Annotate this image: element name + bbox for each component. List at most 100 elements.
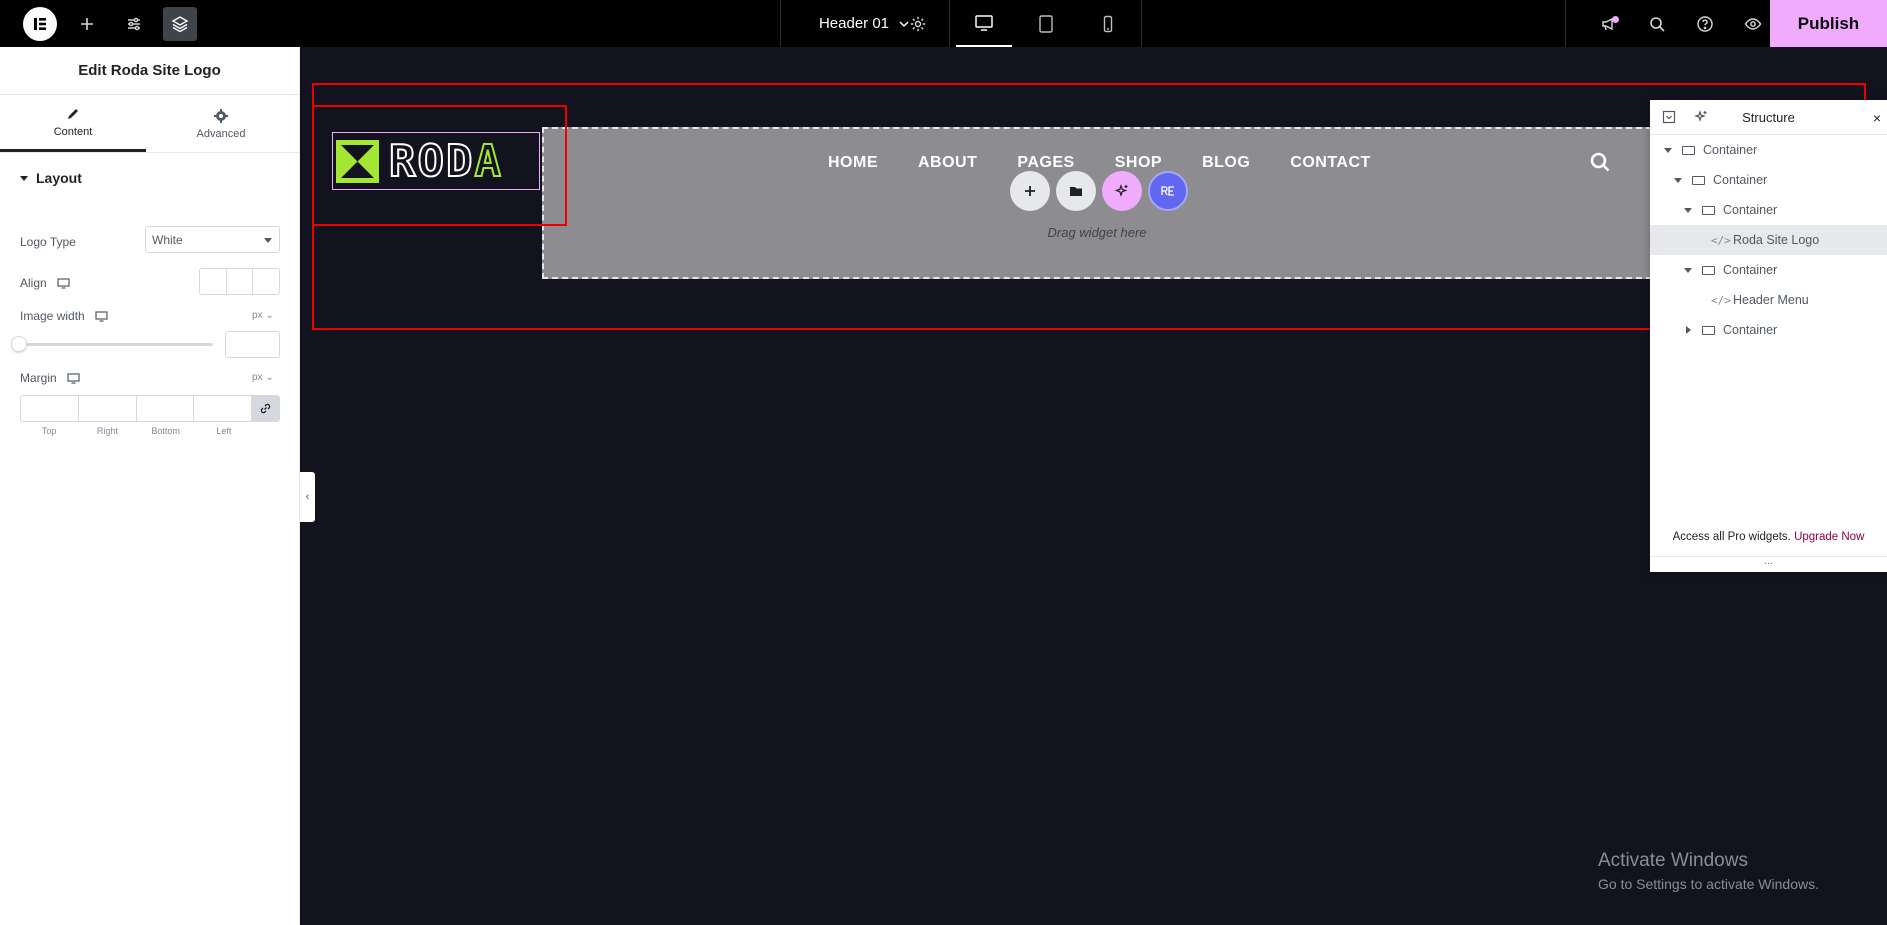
structure-header: Structure ×	[1650, 100, 1887, 135]
align-right-button[interactable]	[253, 269, 279, 294]
menu-item-home[interactable]: HOME	[828, 154, 878, 172]
container-icon	[1702, 325, 1715, 335]
roda-site-logo[interactable]: ROD A	[332, 132, 540, 190]
margin-top-label: Top	[41, 426, 57, 436]
margin-left-input[interactable]	[194, 396, 252, 421]
collapse-panel-button[interactable]: ‹	[300, 472, 315, 522]
mobile-icon[interactable]	[1080, 0, 1136, 47]
desktop-icon[interactable]	[67, 372, 80, 385]
tab-advanced-label: Advanced	[196, 127, 246, 140]
align-center-button[interactable]	[227, 269, 254, 294]
margin-left-label: Left	[216, 426, 232, 436]
structure-item[interactable]: </> Header Menu	[1650, 285, 1887, 315]
margin-label-text: Margin	[20, 371, 57, 385]
resize-handle[interactable]: ...	[1650, 556, 1887, 567]
tab-advanced[interactable]: Advanced	[146, 95, 296, 152]
align-label-text: Align	[20, 276, 47, 290]
align-left-button[interactable]	[200, 269, 227, 294]
drag-widget-hint: Drag widget here	[1047, 225, 1147, 240]
chevron-down-icon	[264, 238, 272, 243]
roda-logo-mark-icon	[336, 139, 379, 183]
pencil-icon	[68, 109, 78, 119]
logo-wordmark-accent: A	[474, 135, 503, 188]
search-icon[interactable]	[1641, 8, 1673, 40]
structure-item[interactable]: Container	[1650, 195, 1887, 225]
structure-item[interactable]: Container	[1650, 255, 1887, 285]
header-menu: HOME ABOUT PAGES SHOP BLOG CONTACT	[828, 154, 1371, 172]
align-label: Align	[20, 276, 70, 290]
notification-dot	[1612, 16, 1619, 23]
watermark-line1: Activate Windows	[1598, 850, 1748, 871]
folder-icon[interactable]	[1056, 171, 1096, 211]
section-title: Layout	[36, 170, 82, 186]
image-width-input[interactable]	[225, 331, 280, 358]
tablet-icon[interactable]	[1018, 0, 1074, 47]
desktop-icon[interactable]	[956, 0, 1012, 47]
menu-item-pages[interactable]: PAGES	[1017, 154, 1074, 172]
image-width-slider[interactable]	[20, 343, 213, 346]
menu-item-about[interactable]: ABOUT	[918, 154, 977, 172]
gear-icon[interactable]	[902, 8, 934, 40]
search-icon[interactable]	[1589, 151, 1611, 173]
structure-item-label: Container	[1713, 173, 1768, 187]
logo-type-label-text: Logo Type	[20, 235, 76, 249]
tab-content[interactable]: Content	[0, 95, 146, 152]
image-width-unit-select[interactable]: px ⌄	[252, 310, 274, 321]
logo-wordmark-main: ROD	[388, 135, 475, 188]
logo-wordmark: ROD A	[388, 135, 503, 188]
margin-top-input[interactable]	[21, 396, 79, 421]
help-icon[interactable]	[1689, 8, 1721, 40]
tab-content-label: Content	[53, 126, 93, 138]
logo-type-value: White	[152, 232, 183, 247]
margin-inputs	[20, 395, 280, 422]
structure-item-label: Header Menu	[1733, 293, 1809, 307]
top-bar: Header 01 Publish	[0, 0, 1887, 47]
image-width-unit: px	[252, 310, 263, 321]
layout-section-toggle[interactable]: Layout	[0, 153, 299, 203]
structure-item-label: Roda Site Logo	[1733, 233, 1820, 247]
structure-item-label: Container	[1723, 323, 1778, 337]
gear-icon	[214, 108, 228, 123]
publish-button[interactable]: Publish	[1770, 0, 1887, 47]
slider-handle[interactable]	[11, 336, 27, 352]
eye-icon[interactable]	[1737, 8, 1769, 40]
sliders-icon[interactable]	[118, 8, 150, 40]
header-menu-container[interactable]: HOME ABOUT PAGES SHOP BLOG CONTACT Drag …	[542, 127, 1652, 279]
caret-down-icon	[1684, 267, 1692, 273]
desktop-icon[interactable]	[95, 310, 108, 323]
caret-down-icon	[1684, 207, 1692, 213]
container-icon	[1692, 175, 1705, 185]
menu-item-contact[interactable]: CONTACT	[1290, 154, 1371, 172]
margin-right-label: Right	[96, 426, 118, 436]
add-icon[interactable]	[71, 8, 103, 40]
logo-type-select[interactable]: White	[145, 226, 280, 253]
menu-item-shop[interactable]: SHOP	[1115, 154, 1162, 172]
structure-item[interactable]: Container	[1650, 315, 1887, 345]
margin-bottom-input[interactable]	[137, 396, 195, 421]
structure-item-selected[interactable]: </> Roda Site Logo	[1650, 225, 1887, 255]
link-icon[interactable]	[252, 396, 279, 421]
menu-item-blog[interactable]: BLOG	[1202, 154, 1250, 172]
upgrade-now-link[interactable]: Upgrade Now	[1794, 531, 1864, 543]
margin-right-input[interactable]	[79, 396, 137, 421]
ai-sparkle-icon[interactable]	[1102, 171, 1142, 211]
margin-bottom-label: Bottom	[151, 426, 180, 436]
elementor-logo-icon[interactable]	[23, 7, 57, 41]
add-icon[interactable]	[1010, 171, 1050, 211]
desktop-icon[interactable]	[57, 277, 70, 290]
margin-unit-select[interactable]: px ⌄	[252, 372, 274, 383]
royal-elementor-icon[interactable]	[1148, 171, 1188, 211]
structure-item[interactable]: Container	[1650, 135, 1887, 165]
close-icon[interactable]: ×	[1873, 110, 1881, 126]
pro-widgets-text: Access all Pro widgets.	[1672, 531, 1791, 543]
watermark-line2: Go to Settings to activate Windows.	[1598, 876, 1819, 892]
panel-tabs: Content Advanced	[0, 95, 299, 153]
structure-item-label: Container	[1723, 203, 1778, 217]
structure-item[interactable]: Container	[1650, 165, 1887, 195]
layers-icon[interactable]	[163, 7, 197, 41]
megaphone-icon[interactable]	[1593, 8, 1625, 40]
structure-title: Structure	[1742, 109, 1795, 125]
container-icon	[1702, 205, 1715, 215]
responsive-mode-group	[950, 0, 1142, 47]
add-section-tools	[1010, 171, 1188, 211]
